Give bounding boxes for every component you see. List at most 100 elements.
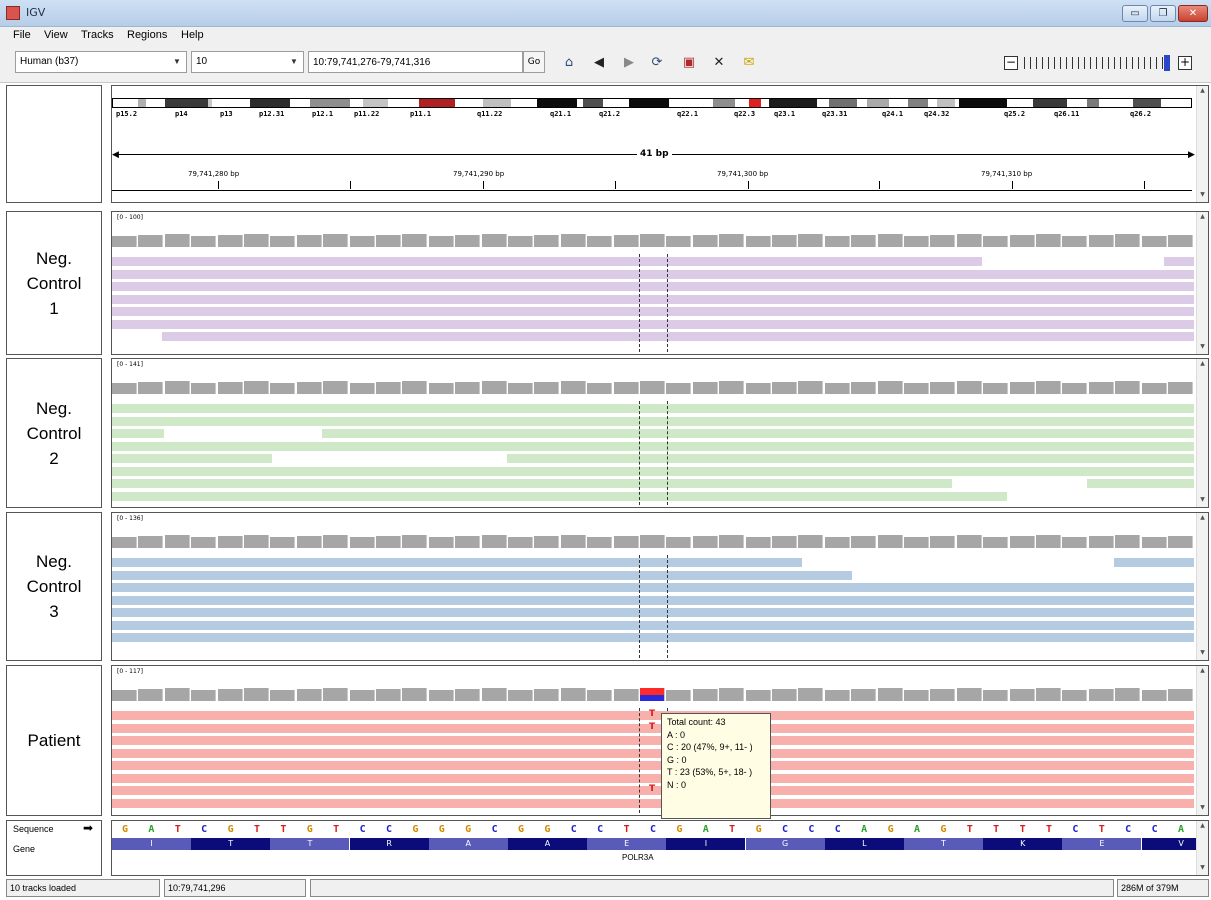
sample-scrollbar[interactable]: ▲ ▼ [1196, 513, 1208, 660]
aligned-read[interactable] [322, 429, 1194, 438]
chromosome-dropdown[interactable]: 10 ▼ [191, 51, 304, 73]
sample-scrollbar[interactable]: ▲ ▼ [1196, 666, 1208, 815]
menu-help[interactable]: Help [181, 29, 204, 41]
scroll-up-icon[interactable]: ▲ [1197, 667, 1208, 677]
aligned-read[interactable] [112, 583, 1194, 592]
scroll-up-icon[interactable]: ▲ [1197, 213, 1208, 223]
menu-regions[interactable]: Regions [127, 29, 167, 41]
sample-scrollbar[interactable]: ▲ ▼ [1196, 359, 1208, 507]
aligned-read[interactable] [1164, 257, 1194, 266]
coverage-track[interactable] [112, 687, 1196, 701]
maximize-button[interactable]: ❐ [1150, 5, 1176, 22]
aligned-read[interactable] [112, 736, 1194, 745]
feature-scrollbar[interactable]: ▲ ▼ [1196, 821, 1208, 875]
ideogram-band-label: q26.11 [1054, 110, 1080, 118]
sequence-base: C [1151, 824, 1158, 835]
zoom-in-button[interactable]: + [1178, 56, 1192, 70]
coverage-bar [244, 688, 269, 701]
scroll-up-icon[interactable]: ▲ [1197, 514, 1208, 524]
aligned-read[interactable] [112, 595, 1194, 605]
aligned-read[interactable] [112, 608, 1194, 617]
aligned-read[interactable] [112, 429, 164, 438]
coverage-bar [1009, 235, 1035, 247]
coverage-track[interactable] [112, 534, 1196, 548]
aligned-read[interactable] [112, 416, 1194, 426]
refresh-icon[interactable]: ⟳ [648, 54, 666, 72]
window-title: IGV [26, 6, 46, 19]
sequence-base: G [755, 824, 762, 835]
menu-tracks[interactable]: Tracks [81, 29, 114, 41]
aligned-read[interactable] [112, 773, 1194, 783]
resize-window-icon[interactable]: ▣ [680, 54, 698, 72]
genome-dropdown[interactable]: Human (b37) ▼ [15, 51, 187, 73]
back-arrow-icon[interactable]: ◀ [590, 54, 608, 72]
aligned-read[interactable] [507, 454, 1194, 463]
coverage-range-label: [0 - 117] [117, 668, 143, 675]
aligned-read[interactable] [112, 748, 1194, 758]
zoom-slider-thumb[interactable] [1164, 55, 1170, 71]
header-scrollbar[interactable]: ▲ ▼ [1196, 86, 1208, 202]
ruler-left-arrow-icon: ◀ [112, 150, 119, 160]
coverage-track[interactable] [112, 233, 1196, 247]
coverage-bar [164, 381, 190, 394]
aligned-read[interactable] [112, 466, 1194, 476]
coverage-bar [534, 235, 560, 247]
aligned-read[interactable] [112, 761, 1194, 770]
menu-file[interactable]: File [13, 29, 31, 41]
scroll-up-icon[interactable]: ▲ [1197, 360, 1208, 370]
aligned-read[interactable] [112, 257, 982, 266]
aligned-read[interactable] [112, 620, 1194, 630]
aligned-read[interactable] [112, 479, 952, 488]
sample-scrollbar[interactable]: ▲ ▼ [1196, 212, 1208, 354]
coverage-bar [112, 537, 137, 548]
coverage-bar [745, 537, 771, 548]
aligned-read[interactable] [112, 404, 1194, 413]
locus-input[interactable] [308, 51, 523, 73]
aligned-read[interactable] [112, 633, 1194, 642]
scroll-down-icon[interactable]: ▼ [1197, 496, 1208, 506]
aligned-read[interactable] [112, 294, 1194, 304]
region-navigator-icon[interactable]: ✕ [710, 54, 728, 72]
coverage-bar [402, 535, 428, 548]
ideogram-band [749, 99, 761, 107]
zoom-slider[interactable] [1024, 57, 1174, 69]
home-icon[interactable]: ⌂ [560, 54, 578, 72]
coverage-bar [824, 690, 850, 701]
popup-info-icon[interactable]: ✉ [740, 54, 758, 72]
close-button[interactable]: ✕ [1178, 5, 1208, 22]
coverage-bar [956, 688, 982, 701]
aligned-read[interactable] [112, 319, 1194, 329]
aligned-read[interactable] [112, 307, 1194, 316]
aligned-read[interactable] [112, 558, 802, 567]
strand-arrow-icon[interactable]: ➡ [83, 821, 93, 835]
scroll-down-icon[interactable]: ▼ [1197, 649, 1208, 659]
coverage-bar [613, 235, 639, 247]
aligned-read[interactable] [112, 269, 1194, 279]
zoom-out-button[interactable]: − [1004, 56, 1018, 70]
aligned-read[interactable] [112, 454, 272, 463]
coverage-bar [560, 688, 586, 701]
coverage-track[interactable] [112, 380, 1196, 394]
aligned-read[interactable] [112, 441, 1194, 451]
aligned-read[interactable] [162, 332, 1194, 341]
aligned-read[interactable] [112, 570, 852, 580]
aligned-read[interactable] [1114, 558, 1194, 567]
go-button[interactable]: Go [523, 51, 545, 73]
scroll-down-icon[interactable]: ▼ [1197, 804, 1208, 814]
aligned-read[interactable] [112, 282, 1194, 291]
chromosome-ideogram[interactable] [112, 98, 1192, 108]
coverage-bar [1141, 383, 1167, 394]
forward-arrow-icon[interactable]: ▶ [620, 54, 638, 72]
aligned-read[interactable] [112, 491, 1007, 501]
coverage-bar [640, 535, 665, 548]
coverage-bar [191, 537, 217, 548]
coverage-bar [138, 689, 164, 701]
minimize-button[interactable]: ▭ [1122, 5, 1148, 22]
coverage-bar [508, 236, 533, 247]
aligned-read[interactable] [1087, 479, 1194, 488]
menu-view[interactable]: View [44, 29, 68, 41]
scroll-down-icon[interactable]: ▼ [1197, 343, 1208, 353]
aligned-read[interactable] [112, 798, 1194, 808]
coverage-bar [798, 234, 824, 247]
ideogram-band-label: p14 [175, 110, 188, 118]
